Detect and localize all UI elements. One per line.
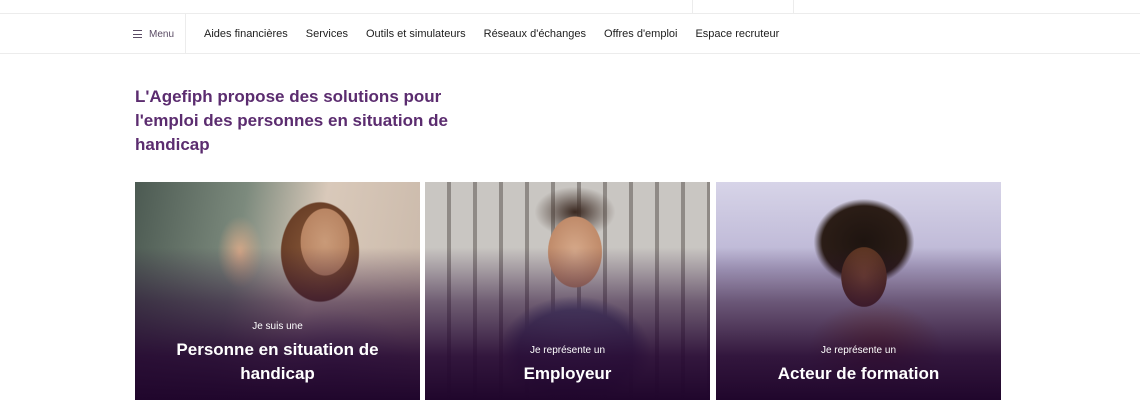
card-pretitle: Je suis une <box>252 321 303 332</box>
divider <box>692 0 693 14</box>
nav-link-services[interactable]: Services <box>306 28 348 40</box>
nav-link-offres-emploi[interactable]: Offres d'emploi <box>604 28 677 40</box>
page-title: L'Agefiph propose des solutions pour l'e… <box>135 87 448 154</box>
main-navigation: Menu Aides financières Services Outils e… <box>0 14 1140 54</box>
hamburger-icon <box>133 30 142 38</box>
card-title: Acteur de formation <box>777 364 940 383</box>
nav-links: Aides financières Services Outils et sim… <box>204 14 797 54</box>
card-pretitle: Je représente un <box>820 345 897 356</box>
menu-label: Menu <box>149 28 175 40</box>
nav-link-reseaux-echanges[interactable]: Réseaux d'échanges <box>484 28 586 40</box>
profile-card-acteur-formation[interactable]: Je représente un Acteur de formation <box>716 182 1001 400</box>
nav-link-aides-financieres[interactable]: Aides financières <box>204 28 288 40</box>
divider <box>793 0 794 14</box>
top-utility-strip <box>0 0 1140 14</box>
profile-card-personne-handicap[interactable]: Je suis une Personne en situation de han… <box>135 182 420 400</box>
nav-link-espace-recruteur[interactable]: Espace recruteur <box>695 28 779 40</box>
nav-link-outils-simulateurs[interactable]: Outils et simulateurs <box>366 28 466 40</box>
profile-card-employeur[interactable]: Je représente un Employeur <box>425 182 710 400</box>
menu-button[interactable]: Menu <box>126 14 186 54</box>
card-title: Employeur <box>523 364 612 383</box>
card-pretitle: Je représente un <box>529 345 606 356</box>
card-title: Personne en situation de handicap <box>176 340 379 383</box>
